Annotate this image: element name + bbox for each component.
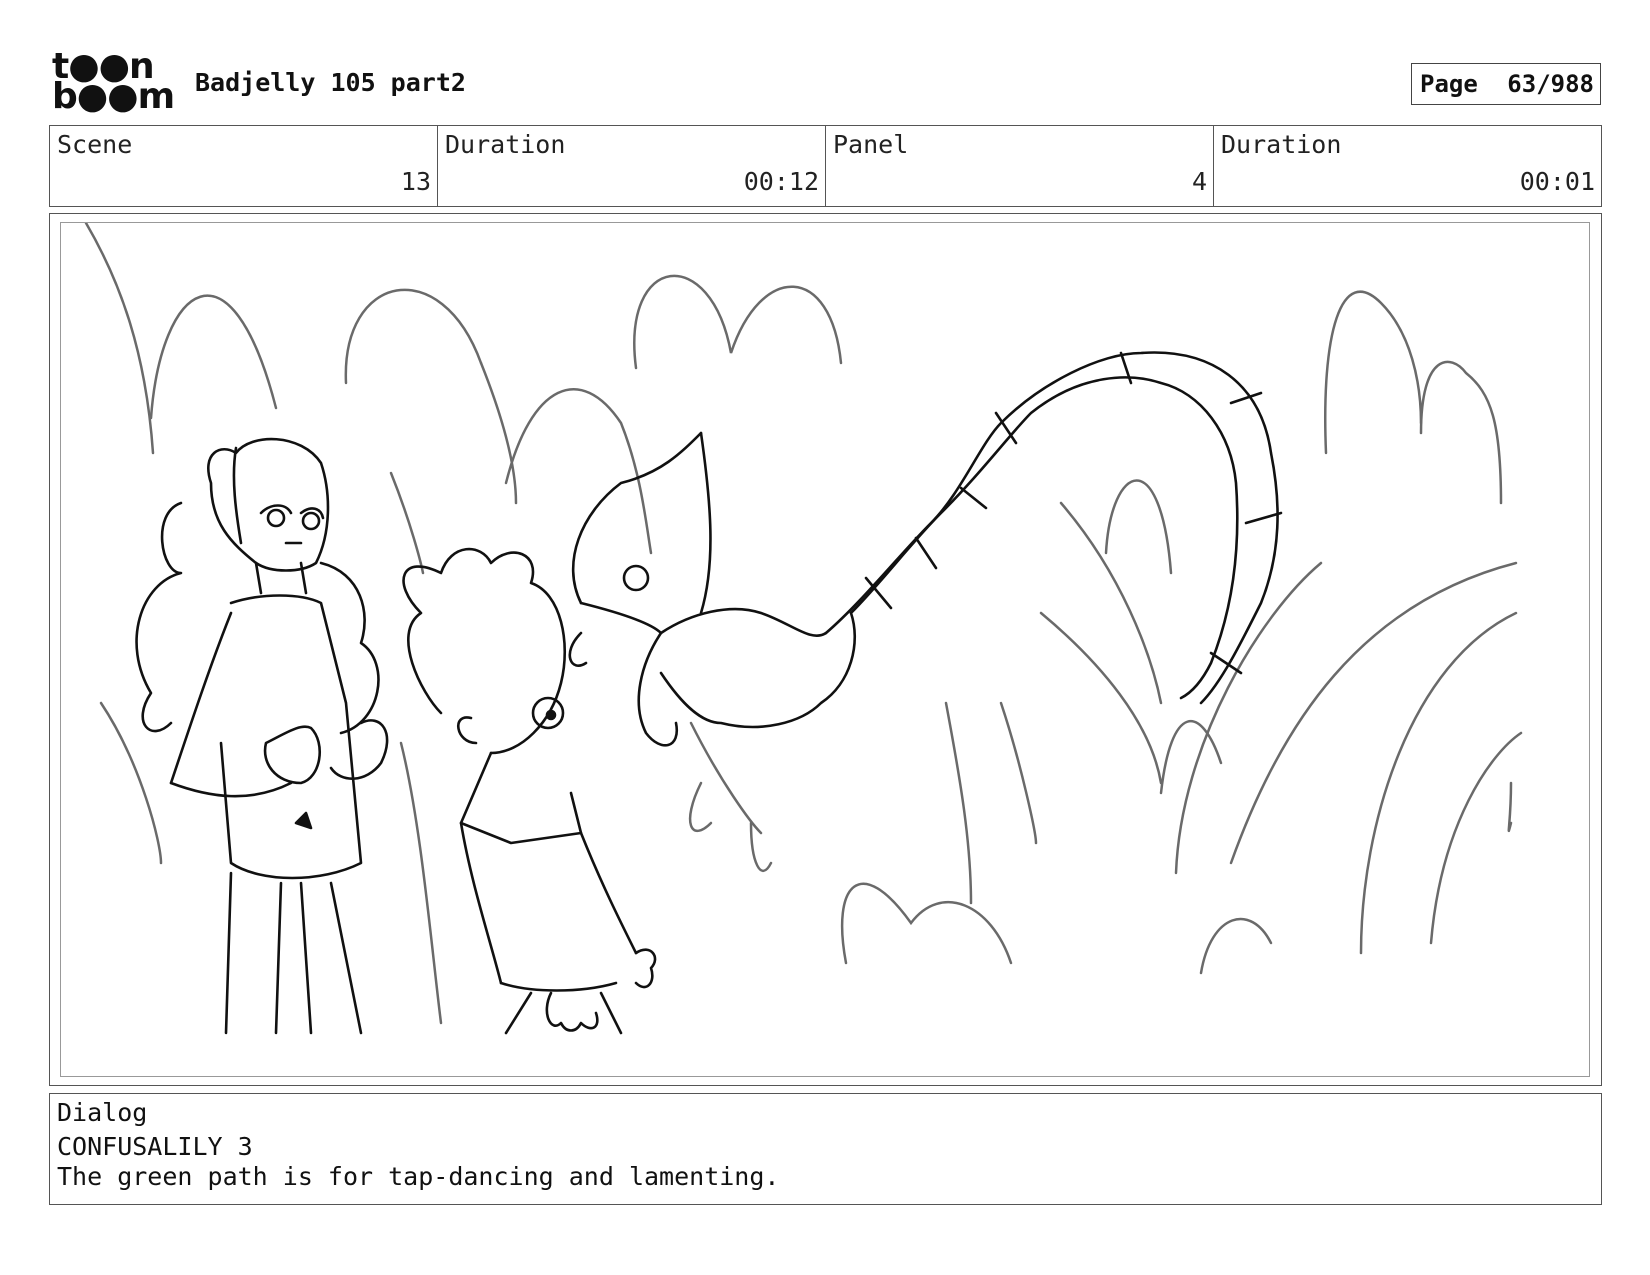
- storyboard-sketch: [84, 223, 1523, 1035]
- panel-cell: Panel 4: [826, 126, 1214, 206]
- toonboom-logo: t●●n b●●m: [52, 49, 175, 117]
- girl-character-sketch: [135, 437, 389, 1035]
- dialog-speaker: CONFUSALILY 3: [57, 1132, 253, 1161]
- storyboard-panel-frame: [49, 213, 1602, 1086]
- panel-label: Panel: [833, 130, 909, 159]
- dialog-line: The green path is for tap-dancing and la…: [57, 1162, 780, 1191]
- scene-value: 13: [400, 167, 431, 196]
- panel-value: 4: [1191, 167, 1207, 196]
- scene-duration-label: Duration: [445, 130, 566, 159]
- scene-duration-cell: Duration 00:12: [438, 126, 826, 206]
- logo-line-bottom: b●●m: [52, 76, 175, 117]
- storyboard-panel-drawing-area: [60, 222, 1590, 1077]
- scene-cell: Scene 13: [50, 126, 438, 206]
- page-number: 63/988: [1507, 70, 1594, 98]
- page-indicator: Page 63/988: [1411, 63, 1601, 105]
- panel-duration-value: 00:01: [1519, 167, 1595, 196]
- scene-duration-value: 00:12: [743, 167, 819, 196]
- scene-label: Scene: [57, 130, 133, 159]
- scene-info-row: Scene 13 Duration 00:12 Panel 4 Duration…: [49, 125, 1602, 207]
- panel-duration-label: Duration: [1221, 130, 1342, 159]
- creature-sketch: [568, 351, 1283, 747]
- storyboard-title: Badjelly 105 part2: [195, 68, 466, 97]
- boy-character-sketch: [402, 547, 657, 1035]
- dialog-label: Dialog: [57, 1098, 148, 1127]
- panel-duration-cell: Duration 00:01: [1214, 126, 1601, 206]
- dialog-box: Dialog CONFUSALILY 3 The green path is f…: [49, 1093, 1602, 1205]
- page-label: Page: [1420, 70, 1478, 98]
